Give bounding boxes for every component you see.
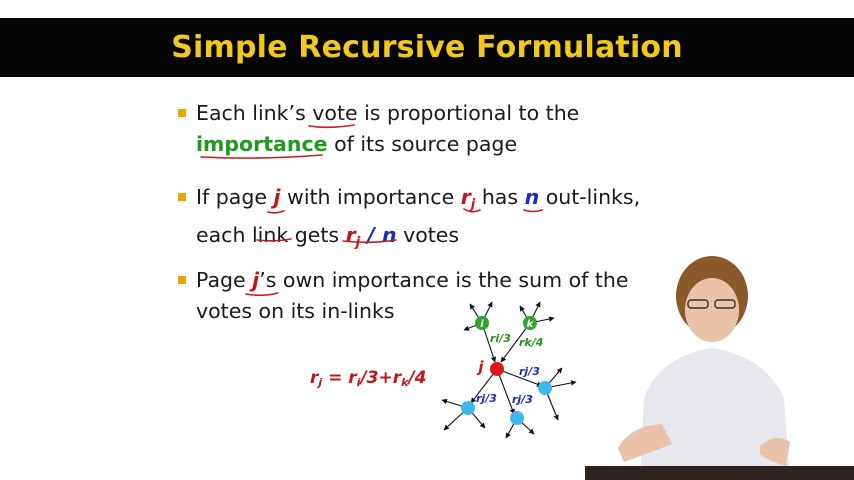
presenter-shirt <box>640 348 790 480</box>
underline-n <box>523 209 543 213</box>
node-blue-3 <box>538 381 552 395</box>
formula: rj = ri/3+rk/4 <box>310 368 427 389</box>
formula-eq: = <box>322 368 349 388</box>
underline-link <box>256 238 292 242</box>
node-j <box>490 362 504 376</box>
link-graph: i k j ri/3 rk/4 rj/3 rj/3 rj/3 <box>441 301 577 439</box>
desk <box>585 466 854 480</box>
underline-importance <box>200 154 323 159</box>
formula-t1-div: /3+ <box>360 368 393 388</box>
edge-label-j-out-2: rj/3 <box>476 392 497 405</box>
node-blue-2 <box>510 411 524 425</box>
edge-label-j-out-3: rj/3 <box>512 393 533 406</box>
node-i-label: i <box>480 319 484 330</box>
node-blue-1 <box>461 401 475 415</box>
underline-vote <box>308 124 355 129</box>
underline-j <box>267 210 285 214</box>
formula-t2-div: /4 <box>408 368 427 388</box>
edge-label-j-out-1: rj/3 <box>519 365 540 378</box>
edge-label-i-j: ri/3 <box>490 332 511 345</box>
underline-rj-n <box>342 239 397 244</box>
underline-rj <box>463 208 481 213</box>
formula-t1: r <box>348 368 357 388</box>
edge-label-k-j: rk/4 <box>519 336 543 349</box>
presenter-video <box>618 256 790 480</box>
formula-t2: r <box>392 368 402 388</box>
presenter-face <box>685 278 739 342</box>
node-j-label: j <box>476 358 484 376</box>
underline-js <box>245 292 279 297</box>
